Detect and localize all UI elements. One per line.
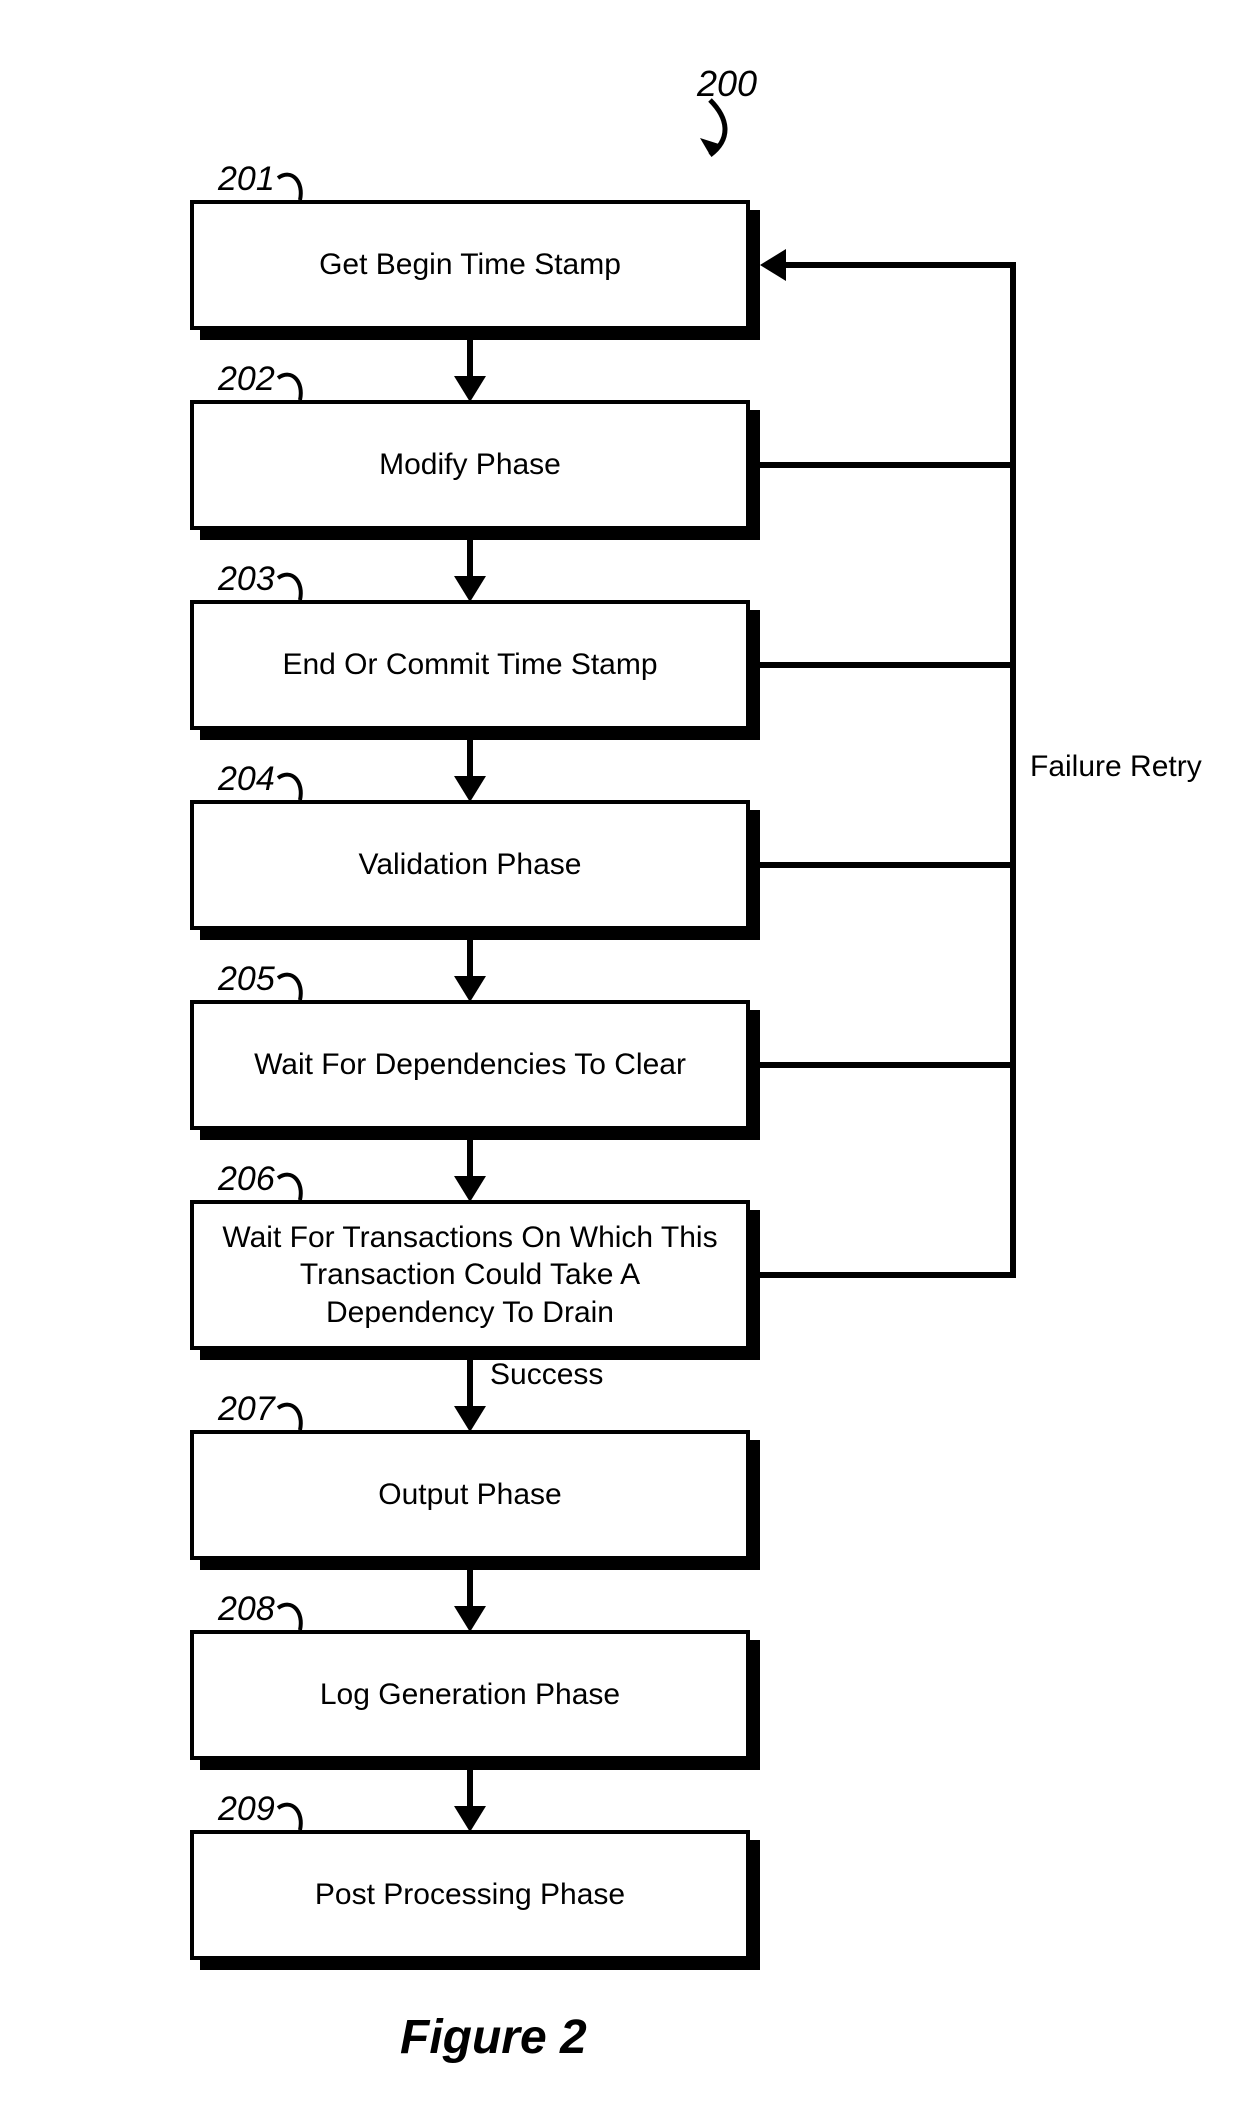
figure-title: Figure 2 (400, 2010, 587, 2065)
ref-206-tail (278, 1170, 318, 1204)
label-success: Success (490, 1358, 603, 1392)
ref-209: 209 (218, 1790, 275, 1829)
retry-return-head (760, 249, 786, 281)
ref-202: 202 (218, 360, 275, 399)
ref-208-tail (278, 1600, 318, 1634)
box-208-text: Log Generation Phase (320, 1676, 620, 1714)
box-202-text: Modify Phase (379, 446, 561, 484)
arrow-207-208-head (454, 1606, 486, 1632)
retry-bus-vertical (1010, 262, 1016, 1278)
ref-209-tail (278, 1800, 318, 1834)
ref-204: 204 (218, 760, 275, 799)
figure-2-page: 200 Get Begin Time Stamp 201 Modify Phas… (0, 0, 1240, 2118)
ref-205: 205 (218, 960, 275, 999)
box-204-text: Validation Phase (359, 846, 582, 884)
box-205-text: Wait For Dependencies To Clear (254, 1046, 686, 1084)
arrow-201-202-head (454, 376, 486, 402)
arrow-207-208 (467, 1560, 473, 1608)
ref-208: 208 (218, 1590, 275, 1629)
box-208: Log Generation Phase (190, 1630, 750, 1760)
ref-204-tail (278, 770, 318, 804)
box-207-text: Output Phase (378, 1476, 561, 1514)
arrow-203-204 (467, 730, 473, 778)
box-202: Modify Phase (190, 400, 750, 530)
ref-207: 207 (218, 1390, 275, 1429)
arrow-206-207 (467, 1350, 473, 1408)
ref-201-tail (278, 170, 318, 204)
ref-203-tail (278, 570, 318, 604)
box-203: End Or Commit Time Stamp (190, 600, 750, 730)
ref-207-tail (278, 1400, 318, 1434)
retry-spur-202 (760, 462, 1016, 468)
retry-return-line (782, 262, 1016, 268)
figure-ref-200: 200 (697, 63, 757, 105)
retry-spur-204 (760, 862, 1016, 868)
arrow-205-206 (467, 1130, 473, 1178)
arrow-208-209 (467, 1760, 473, 1808)
ref-202-tail (278, 370, 318, 404)
arrow-206-207-head (454, 1406, 486, 1432)
box-205: Wait For Dependencies To Clear (190, 1000, 750, 1130)
box-209: Post Processing Phase (190, 1830, 750, 1960)
retry-spur-205 (760, 1062, 1016, 1068)
box-201-text: Get Begin Time Stamp (319, 246, 621, 284)
retry-spur-203 (760, 662, 1016, 668)
box-207: Output Phase (190, 1430, 750, 1560)
box-209-text: Post Processing Phase (315, 1876, 625, 1914)
arrow-205-206-head (454, 1176, 486, 1202)
retry-spur-206 (760, 1272, 1016, 1278)
arrow-202-203-head (454, 576, 486, 602)
arrow-203-204-head (454, 776, 486, 802)
box-204: Validation Phase (190, 800, 750, 930)
box-203-text: End Or Commit Time Stamp (282, 646, 657, 684)
arrow-204-205 (467, 930, 473, 978)
arrow-201-202 (467, 330, 473, 378)
box-206-text: Wait For Transactions On Which This Tran… (214, 1219, 726, 1332)
arrow-202-203 (467, 530, 473, 578)
figure-ref-200-arrow (700, 100, 760, 170)
ref-206: 206 (218, 1160, 275, 1199)
arrow-208-209-head (454, 1806, 486, 1832)
label-failure-retry: Failure Retry (1030, 750, 1202, 784)
arrow-204-205-head (454, 976, 486, 1002)
box-201: Get Begin Time Stamp (190, 200, 750, 330)
ref-201: 201 (218, 160, 275, 199)
ref-205-tail (278, 970, 318, 1004)
box-206: Wait For Transactions On Which This Tran… (190, 1200, 750, 1350)
ref-203: 203 (218, 560, 275, 599)
